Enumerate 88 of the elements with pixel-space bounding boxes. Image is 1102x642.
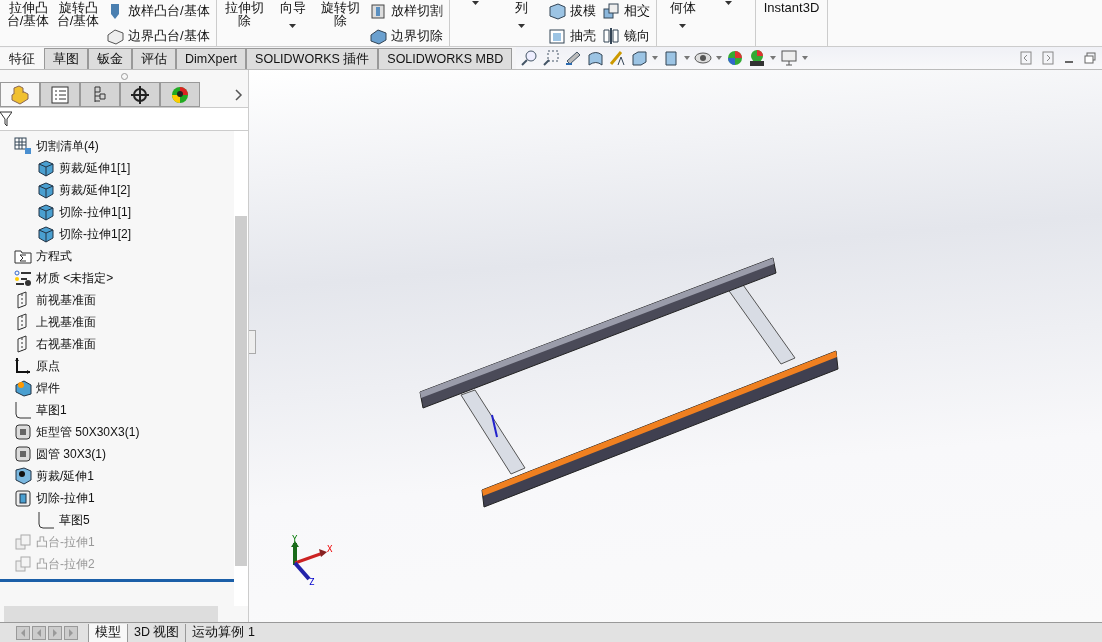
caret-icon: [725, 1, 733, 5]
toolbar-button[interactable]: 何体: [662, 0, 703, 44]
tab[interactable]: 草图: [44, 48, 88, 69]
toolbar-button[interactable]: Instant3D: [761, 0, 822, 44]
toolbar-button[interactable]: 拔模: [547, 1, 596, 20]
tree-item[interactable]: 剪裁/延伸1[2]: [59, 181, 131, 199]
toolbar-button[interactable]: 向导: [272, 0, 313, 44]
tree-item[interactable]: 切除-拉伸1[1]: [59, 203, 131, 221]
eye-icon[interactable]: [694, 49, 712, 67]
collapse-right-icon[interactable]: [1042, 51, 1054, 65]
tab[interactable]: 评估: [132, 48, 176, 69]
material-icon: [14, 269, 32, 287]
tree-item[interactable]: 剪裁/延伸1[1]: [59, 159, 131, 177]
tree-item[interactable]: 焊件: [36, 379, 60, 397]
tree-item[interactable]: 材质 <未指定>: [36, 269, 114, 287]
toolbar-button[interactable]: 旋转切除: [318, 0, 363, 44]
tab[interactable]: 模型: [88, 623, 127, 642]
panel-tab[interactable]: [160, 82, 200, 107]
caret-icon[interactable]: [716, 56, 722, 60]
scroll-tab-icon[interactable]: [32, 625, 46, 640]
tree-item[interactable]: 圆管 30X3(1): [36, 445, 107, 463]
cube-icon: [37, 203, 55, 221]
caret-icon: [472, 1, 480, 5]
axis-triad-drawing: Y X Z: [279, 535, 339, 585]
chevron-right-icon[interactable]: [235, 88, 243, 101]
tree-item[interactable]: 上视基准面: [36, 313, 96, 331]
tree-item[interactable]: 剪裁/延伸1: [36, 467, 94, 485]
sketch-icon: [37, 511, 55, 529]
origin-icon: [14, 357, 32, 375]
caret-icon[interactable]: [802, 56, 808, 60]
tab[interactable]: SOLIDWORKS MBD: [378, 48, 513, 69]
toolbar-button[interactable]: 镜向: [601, 26, 650, 45]
caret-icon[interactable]: [652, 56, 658, 60]
tree-item[interactable]: 前视基准面: [36, 291, 96, 309]
monitor-icon[interactable]: [780, 49, 798, 67]
toolbar-button[interactable]: 列: [501, 0, 542, 44]
horizontal-scrollbar[interactable]: [4, 606, 218, 622]
toolbar-button[interactable]: 边界切除: [368, 26, 443, 45]
toolbar-button[interactable]: 拉伸凸台/基体: [6, 0, 50, 44]
appearance-icon[interactable]: [726, 49, 744, 67]
tree-item[interactable]: 方程式: [36, 247, 72, 265]
block-icon: [547, 1, 566, 20]
crosshair-icon: [130, 84, 150, 105]
toolbar-button[interactable]: 拉伸切除: [222, 0, 267, 44]
zoom-icon[interactable]: [520, 49, 538, 67]
caret-icon: [679, 24, 687, 28]
cube-icon: [37, 225, 55, 243]
scroll-tab-icon[interactable]: [48, 625, 62, 640]
part-icon: [10, 84, 30, 105]
toolbar-button[interactable]: 边界凸台/基体: [106, 26, 210, 45]
tab[interactable]: DimXpert: [176, 48, 247, 69]
filter-icon[interactable]: [0, 111, 12, 127]
tree-item[interactable]: 草图1: [36, 401, 67, 419]
tree-item[interactable]: 切割清单(4): [36, 137, 99, 155]
collapse-left-icon[interactable]: [1020, 51, 1032, 65]
tab[interactable]: 钣金: [88, 48, 132, 69]
caret-icon: [289, 24, 297, 28]
caret-icon: [518, 24, 526, 28]
panel-splitter-handle[interactable]: [249, 330, 256, 354]
zoom-area-icon[interactable]: [542, 49, 560, 67]
block-icon: [368, 26, 387, 45]
tab[interactable]: SOLIDWORKS 插件: [246, 48, 379, 69]
block-icon: [368, 1, 387, 20]
tree-item[interactable]: 草图5: [59, 511, 90, 529]
tree-item[interactable]: 右视基准面: [36, 335, 96, 353]
tree-item[interactable]: 切除-拉伸1: [36, 489, 95, 507]
toolbar-button[interactable]: 放样切割: [368, 1, 443, 20]
tab[interactable]: 特征: [0, 48, 44, 69]
toolbar-button[interactable]: 抽壳: [547, 26, 596, 45]
tree-item[interactable]: 切除-拉伸1[2]: [59, 225, 131, 243]
toolbar-button[interactable]: 相交: [601, 1, 650, 20]
caret-icon[interactable]: [770, 56, 776, 60]
scroll-tab-icon[interactable]: [16, 625, 30, 640]
vertical-scrollbar[interactable]: [234, 131, 248, 606]
toolbar-button[interactable]: 旋转凸台/基体: [56, 0, 100, 44]
scroll-tab-icon[interactable]: [64, 625, 78, 640]
cube-icon: [37, 159, 55, 177]
tree-item[interactable]: 原点: [36, 357, 60, 375]
display-manager-icon: [170, 84, 190, 105]
cube-icon: [37, 181, 55, 199]
equation-folder-icon: [14, 247, 32, 265]
caret-icon[interactable]: [684, 56, 690, 60]
restore-icon[interactable]: [1084, 51, 1096, 65]
toolbar-button[interactable]: 放样凸台/基体: [106, 1, 210, 20]
panel-tab[interactable]: [120, 82, 160, 107]
sketch-icon: [14, 401, 32, 419]
tree-item[interactable]: 矩型管 50X30X3(1): [36, 423, 140, 441]
property-list-icon: [50, 84, 70, 105]
